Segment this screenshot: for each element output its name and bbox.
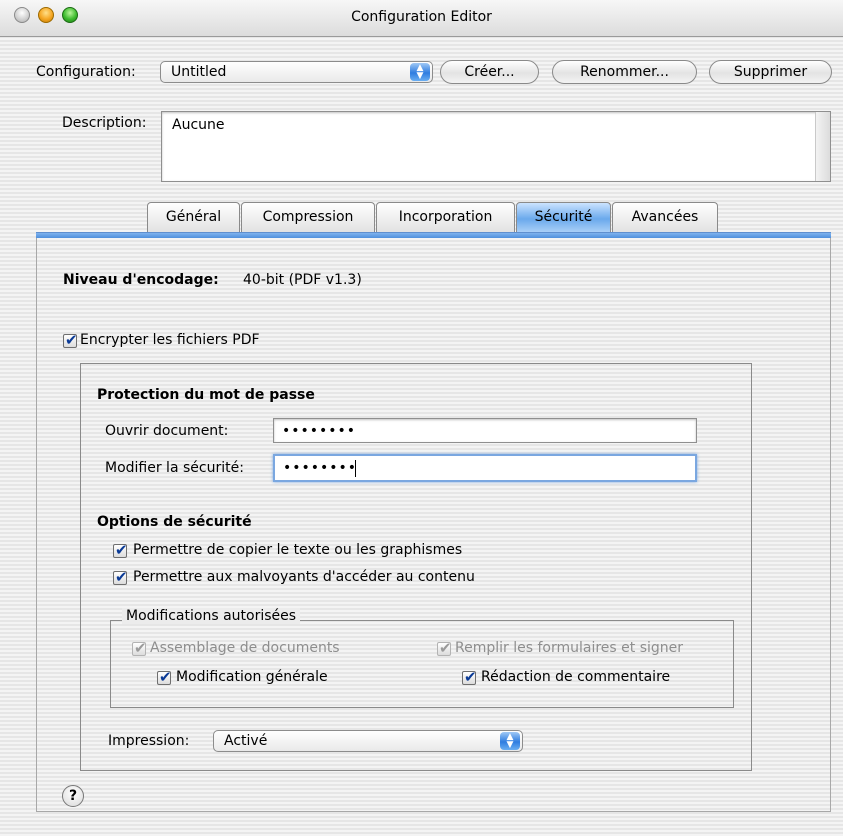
encrypt-pdf-checkbox[interactable]: ✔	[63, 331, 78, 349]
password-protection-heading: Protection du mot de passe	[97, 387, 315, 403]
encoding-level-label: Niveau d'encodage:	[63, 272, 219, 288]
description-text: Aucune	[172, 117, 225, 133]
tab-general[interactable]: Général	[147, 202, 240, 232]
help-icon[interactable]: ?	[62, 785, 84, 807]
open-document-label: Ouvrir document:	[105, 423, 229, 439]
allow-copy-label: Permettre de copier le texte ou les grap…	[133, 542, 463, 558]
checkmark-icon: ✔	[115, 541, 128, 559]
encrypt-pdf-label: Encrypter les fichiers PDF	[80, 332, 260, 348]
modify-security-password-dots: ••••••••	[283, 460, 358, 476]
allow-accessibility-checkbox[interactable]: ✔	[113, 568, 128, 586]
general-modification-label: Modification générale	[176, 669, 328, 685]
allow-copy-checkbox[interactable]: ✔	[113, 541, 128, 559]
tab-incorporation[interactable]: Incorporation	[376, 202, 515, 232]
text-cursor	[355, 460, 356, 477]
modifications-group-box	[110, 620, 734, 708]
modify-security-label: Modifier la sécurité:	[105, 460, 244, 476]
window-title: Configuration Editor	[351, 9, 492, 25]
encoding-level-value: 40-bit (PDF v1.3)	[243, 272, 362, 288]
create-button[interactable]: Créer...	[440, 60, 539, 84]
fill-forms-sign-label: Remplir les formulaires et signer	[455, 640, 684, 656]
description-label: Description:	[62, 115, 147, 131]
printing-popup[interactable]: Activé ▲ ▼	[213, 730, 523, 752]
checkmark-icon: ✔	[65, 331, 78, 349]
open-document-password-dots: ••••••••	[282, 423, 357, 439]
printing-selected: Activé	[224, 733, 268, 749]
popup-arrows-icon: ▲ ▼	[500, 732, 520, 750]
configuration-popup[interactable]: Untitled ▲ ▼	[160, 61, 433, 83]
configuration-label: Configuration:	[36, 64, 136, 80]
checkmark-icon: ✔	[464, 668, 477, 686]
checkmark-icon: ✔	[159, 668, 172, 686]
tab-avancees[interactable]: Avancées	[612, 202, 718, 232]
open-document-password-field[interactable]: ••••••••	[273, 418, 697, 443]
checkmark-icon: ✔	[115, 568, 128, 586]
title-bar[interactable]: Configuration Editor	[0, 0, 843, 37]
general-modification-checkbox[interactable]: ✔	[157, 668, 172, 686]
tab-compression[interactable]: Compression	[241, 202, 375, 232]
checkmark-icon: ✔	[134, 639, 147, 657]
popup-arrows-icon: ▲ ▼	[410, 63, 430, 81]
tab-securite[interactable]: Sécurité	[516, 202, 611, 232]
checkmark-icon: ✔	[439, 639, 452, 657]
allow-accessibility-label: Permettre aux malvoyants d'accéder au co…	[133, 569, 475, 585]
description-scrollbar[interactable]	[815, 112, 830, 181]
description-textarea[interactable]: Aucune	[161, 111, 831, 182]
fill-forms-sign-checkbox[interactable]: ✔	[437, 639, 452, 657]
modify-security-password-field[interactable]: ••••••••	[273, 454, 697, 482]
document-assembly-label: Assemblage de documents	[150, 640, 340, 656]
configuration-selected: Untitled	[171, 64, 227, 80]
comment-authoring-checkbox[interactable]: ✔	[462, 668, 477, 686]
comment-authoring-label: Rédaction de commentaire	[481, 669, 671, 685]
delete-button[interactable]: Supprimer	[709, 60, 832, 84]
security-options-heading: Options de sécurité	[97, 514, 252, 530]
printing-label: Impression:	[108, 733, 190, 749]
document-assembly-checkbox[interactable]: ✔	[132, 639, 147, 657]
rename-button[interactable]: Renommer...	[552, 60, 697, 84]
modifications-group-title: Modifications autorisées	[122, 608, 301, 624]
